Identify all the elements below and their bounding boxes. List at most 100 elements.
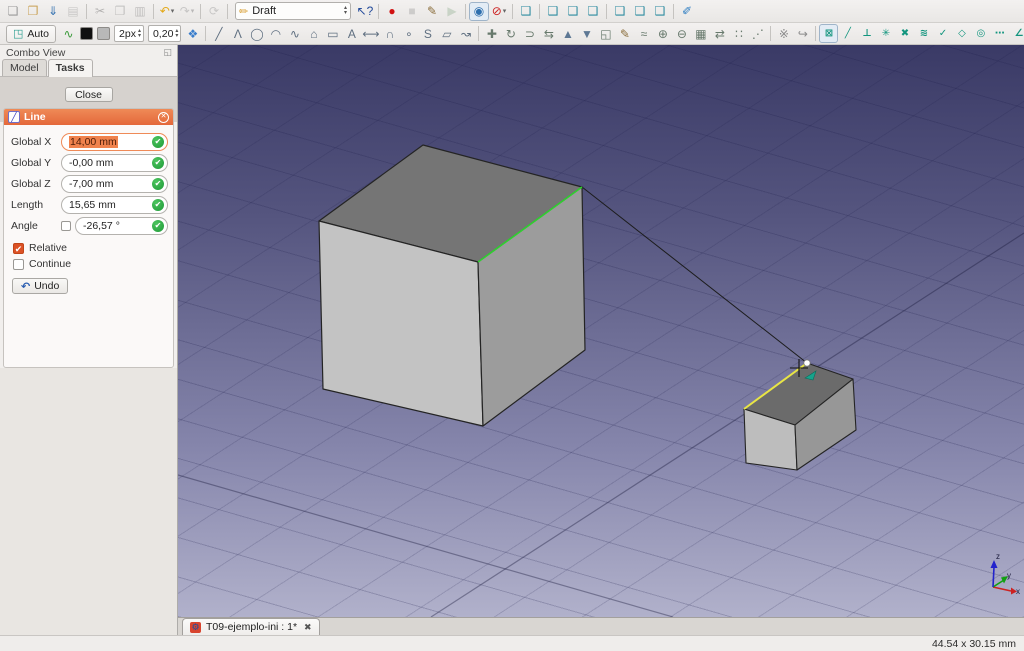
draft-offset-icon[interactable]: ⊃ [520, 24, 539, 43]
macro-execute-icon[interactable]: ▶ [442, 2, 462, 21]
undo-button[interactable]: ↶ Undo [12, 278, 69, 294]
print-icon[interactable]: ▤ [63, 2, 83, 21]
draft-clone-icon[interactable]: ※ [774, 24, 793, 43]
draft-polygon-icon[interactable]: ⌂ [304, 24, 323, 43]
draft-scale-icon[interactable]: ◱ [596, 24, 615, 43]
snap-center-icon[interactable]: ✖ [895, 24, 914, 43]
3d-viewport[interactable]: x y z [178, 45, 1024, 617]
document-tab-close-icon[interactable]: ✖ [304, 622, 312, 633]
open-document-icon[interactable]: ❐ [23, 2, 43, 21]
draft-array-icon[interactable]: ∷ [729, 24, 748, 43]
apply-style-icon[interactable]: ❖ [183, 24, 202, 43]
snap-endpoint-icon[interactable]: ╱ [838, 24, 857, 43]
draft-shapestring-icon[interactable]: S [418, 24, 437, 43]
tab-tasks[interactable]: Tasks [47, 59, 93, 77]
draft-rectangle-icon[interactable]: ▭ [323, 24, 342, 43]
line-color-swatch[interactable] [80, 27, 94, 40]
save-icon[interactable]: ⇓ [43, 2, 63, 21]
snap-special-icon[interactable]: ◎ [971, 24, 990, 43]
close-task-button[interactable]: Close [64, 87, 113, 102]
snap-angle-icon[interactable]: ✳ [876, 24, 895, 43]
measure-distance-icon[interactable]: ✐ [677, 2, 697, 21]
workbench-selector[interactable]: ✏ Draft [235, 2, 351, 20]
draft-delpoint-icon[interactable]: ⊖ [672, 24, 691, 43]
large-cube[interactable] [318, 144, 586, 427]
new-document-icon[interactable]: ❏ [3, 2, 23, 21]
document-tab[interactable]: ⚙ T09-ejemplo-ini : 1* ✖ [182, 618, 320, 635]
tab-model[interactable]: Model [2, 59, 47, 76]
draft-style-icon[interactable]: ∿ [59, 24, 78, 43]
draft-line-icon[interactable]: ╱ [209, 24, 228, 43]
snap-parallel-icon[interactable]: ≋ [914, 24, 933, 43]
draft-addpoint-icon[interactable]: ⊕ [653, 24, 672, 43]
face-color-swatch[interactable] [97, 27, 111, 40]
redo-icon[interactable]: ↷ [177, 2, 197, 21]
whats-this-icon[interactable]: ↖? [355, 2, 375, 21]
view-top-icon[interactable]: ❑ [563, 2, 583, 21]
workingplane-auto-button[interactable]: ◳ Auto [6, 24, 57, 43]
view-front-icon[interactable]: ❑ [543, 2, 563, 21]
paste-icon[interactable]: ▥ [130, 2, 150, 21]
draft-draft2sketch-icon[interactable]: ⇄ [710, 24, 729, 43]
snap-extension-icon[interactable]: ◇ [952, 24, 971, 43]
cut-icon[interactable]: ✂ [90, 2, 110, 21]
draft-move-icon[interactable]: ✚ [482, 24, 501, 43]
draft-downgrade-icon[interactable]: ▼ [577, 24, 596, 43]
text-scale-spinner[interactable]: 0,20 [147, 25, 182, 42]
view-isometric-icon[interactable]: ❑ [516, 2, 536, 21]
snap-lock-icon[interactable]: ⊠ [819, 24, 839, 43]
view-right-icon[interactable]: ❑ [583, 2, 603, 21]
draft-patharray-icon[interactable]: ⋰ [748, 24, 767, 43]
line-width-spinner[interactable]: 2px [114, 25, 144, 42]
draft-upgrade-icon[interactable]: ▲ [558, 24, 577, 43]
view-bottom-icon[interactable]: ❑ [630, 2, 650, 21]
draft-subelement-icon[interactable]: ≈ [634, 24, 653, 43]
draft-facebinder-icon[interactable]: ▱ [437, 24, 456, 43]
draw-style-icon[interactable]: ⊘ [489, 2, 509, 21]
draft-circle-icon[interactable]: ◯ [247, 24, 266, 43]
draft-dimension-icon[interactable]: ⟷ [361, 24, 380, 43]
view-left-icon[interactable]: ❑ [650, 2, 670, 21]
value-input[interactable]: 14,00 mm [61, 132, 168, 151]
draft-spline-icon[interactable]: ∿ [285, 24, 304, 43]
spinner-arrows-icon[interactable] [175, 29, 178, 39]
value-input[interactable]: -7,00 mm [61, 174, 168, 193]
draft-heal-icon[interactable]: ↪ [793, 24, 812, 43]
value-input[interactable]: -26,57 ° [75, 216, 168, 235]
snap-near-icon[interactable]: ∠ [1009, 24, 1024, 43]
draft-edit-icon[interactable]: ✎ [615, 24, 634, 43]
draft-shape2dview-icon[interactable]: ▦ [691, 24, 710, 43]
draft-rotate-icon[interactable]: ↻ [501, 24, 520, 43]
spinner-arrows-icon[interactable] [138, 29, 141, 39]
angle-checkbox[interactable] [61, 220, 71, 231]
refresh-icon[interactable]: ⟳ [204, 2, 224, 21]
continue-checkbox[interactable]: Continue [13, 256, 173, 272]
undo-icon[interactable]: ↶ [157, 2, 177, 21]
relative-checkbox[interactable]: Relative [13, 240, 173, 256]
draft-point-icon[interactable]: ∘ [399, 24, 418, 43]
draft-bezier-icon[interactable]: ↝ [456, 24, 475, 43]
field-value: 14,00 mm [69, 135, 118, 148]
draft-arc-icon[interactable]: ◠ [266, 24, 285, 43]
value-input[interactable]: 15,65 mm [61, 195, 168, 214]
combo-arrows-icon[interactable] [344, 6, 347, 16]
task-close-icon[interactable]: ✕ [158, 111, 169, 123]
macro-stop-icon[interactable]: ■ [402, 2, 422, 21]
macro-edit-icon[interactable]: ✎ [422, 2, 442, 21]
view-rear-icon[interactable]: ❑ [610, 2, 630, 21]
snap-midpoint-icon[interactable]: ⊥ [857, 24, 876, 43]
copy-icon[interactable]: ❐ [110, 2, 130, 21]
checkbox[interactable] [13, 242, 24, 254]
snap-ortho-icon[interactable]: ✓ [933, 24, 952, 43]
snap-dimensions-icon[interactable]: ⋯ [990, 24, 1009, 43]
draft-trimex-icon[interactable]: ⇆ [539, 24, 558, 43]
small-box[interactable] [743, 362, 857, 471]
draft-bspline-icon[interactable]: ∩ [380, 24, 399, 43]
draft-text-icon[interactable]: A [342, 24, 361, 43]
draft-wire-icon[interactable]: Λ [228, 24, 247, 43]
fit-all-icon[interactable]: ◉ [469, 1, 489, 21]
checkbox[interactable] [13, 258, 24, 270]
dock-panel-icon[interactable]: ◱ [163, 47, 172, 58]
macro-record-icon[interactable]: ● [382, 2, 402, 21]
value-input[interactable]: -0,00 mm [61, 153, 168, 172]
